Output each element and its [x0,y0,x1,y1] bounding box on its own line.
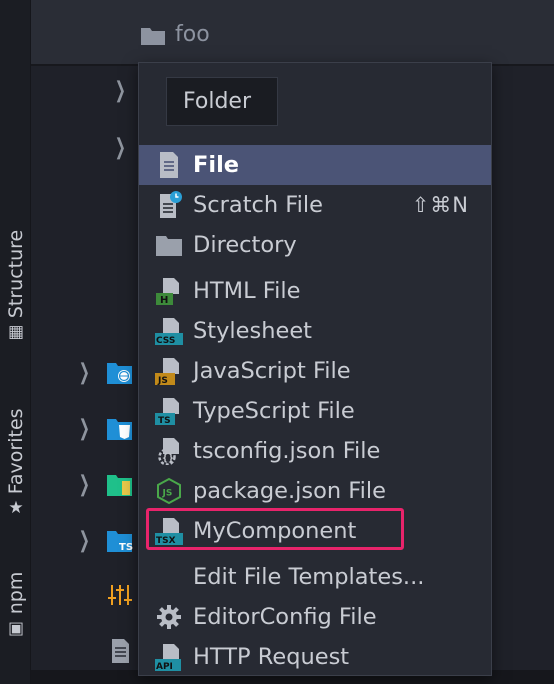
npm-tab-label: npm [5,571,27,615]
structure-icon: ▦ [7,322,25,343]
expand-chevron-icon[interactable]: ❯ [79,360,90,385]
menu-item-directory[interactable]: Directory [139,225,491,265]
tool-window-strip: ▦ Structure ★ Favorites ▣ npm [0,0,31,684]
menu-item-label: Stylesheet [193,318,313,344]
menu-item-scratch-file[interactable]: Scratch File ⇧⌘N [139,185,491,225]
js-file-icon: JS [155,358,179,385]
menu-item-label: EditorConfig File [193,604,377,630]
star-icon: ★ [8,497,24,518]
tree-row-foo[interactable] [31,0,554,64]
menu-item-label: tsconfig.json File [193,438,381,464]
menu-item-package-json[interactable]: JS package.json File [139,471,491,511]
menu-item-label: Edit File Templates... [193,564,425,590]
menu-item-javascript-file[interactable]: JS JavaScript File [139,351,491,391]
tree-folder-label: foo [175,22,210,47]
menu-item-label: File [193,152,240,178]
structure-tab[interactable]: ▦ Structure [5,229,27,343]
menu-item-label: Scratch File [193,192,323,218]
npm-icon: ▣ [7,618,25,639]
badge-text: TS [158,416,171,425]
expand-chevron-icon[interactable]: ❯ [115,78,126,103]
menu-item-label: TypeScript File [193,398,355,424]
favorites-tab[interactable]: ★ Favorites [5,408,27,518]
ts-folder-icon: TS [107,531,133,553]
file-icon [160,152,178,178]
scratch-file-icon [160,191,182,218]
ts-file-icon: TS [155,398,179,425]
structure-tab-label: Structure [5,229,27,319]
menu-item-file[interactable]: File [139,145,491,185]
html-file-icon: H [156,278,179,305]
badge-text: JS [157,376,168,385]
badge-text: H [160,295,168,305]
menu-item-typescript-file[interactable]: TS TypeScript File [139,391,491,431]
menu-item-label: package.json File [193,478,386,504]
menu-item-editorconfig[interactable]: EditorConfig File [139,597,491,637]
svg-text:TS: TS [119,542,133,553]
tsconfig-icon: {} [158,438,179,465]
popup-header-tooltip: Folder [166,77,278,126]
css-file-icon: CSS [155,318,183,345]
menu-item-tsconfig[interactable]: {} tsconfig.json File [139,431,491,471]
menu-item-label: JavaScript File [193,358,351,384]
menu-item-label: HTML File [193,278,301,304]
shortcut-label: ⇧⌘N [411,193,469,217]
source-folder-icon [107,475,132,496]
badge-text: CSS [156,336,175,345]
menu-item-label: Directory [193,232,297,258]
api-file-icon: API [155,644,181,671]
menu-item-http-request[interactable]: API HTTP Request [139,637,491,677]
web-folder-icon [107,363,132,384]
styles-folder-icon [107,419,132,440]
expand-chevron-icon[interactable]: ❯ [79,528,90,553]
new-file-popup: Folder File Scratch File ⇧⌘N Directory H… [138,62,492,676]
settings-sliders-icon [108,585,132,605]
menu-item-stylesheet[interactable]: CSS Stylesheet [139,311,491,351]
expand-chevron-icon[interactable]: ❯ [79,416,90,441]
file-icon [112,639,129,663]
folder-icon [141,28,165,45]
nodejs-icon: JS [157,477,181,505]
npm-tab[interactable]: ▣ npm [5,571,27,639]
badge-text: JS [162,489,173,499]
menu-item-edit-file-templates[interactable]: Edit File Templates... [139,557,491,597]
badge-text: API [156,662,173,671]
menu-item-label: HTTP Request [193,644,350,670]
menu-item-html-file[interactable]: H HTML File [139,271,491,311]
expand-chevron-icon[interactable]: ❯ [79,472,90,497]
favorites-tab-label: Favorites [5,408,27,495]
badge-text: {} [162,453,174,464]
expand-chevron-icon[interactable]: ❯ [115,135,126,160]
annotation-highlight-box [146,508,404,550]
folder-icon [156,236,182,256]
gear-icon [157,605,181,629]
